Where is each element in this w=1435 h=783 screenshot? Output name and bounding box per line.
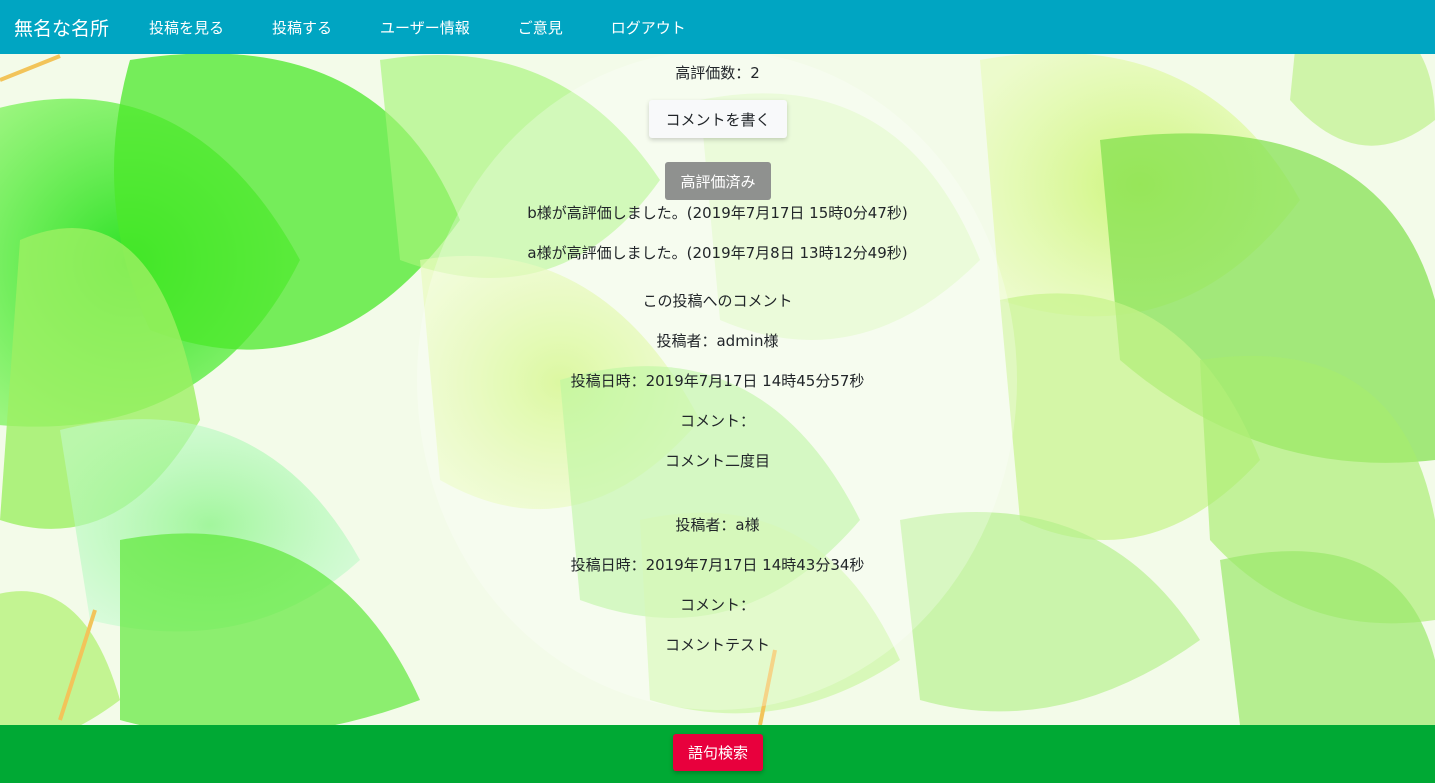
nav-view-posts[interactable]: 投稿を見る xyxy=(149,17,224,38)
comment-datetime: 投稿日時：2019年7月17日 14時45分57秒 xyxy=(570,372,865,390)
comment-label: コメント： xyxy=(679,412,755,430)
write-comment-button[interactable]: コメントを書く xyxy=(649,100,787,138)
comment-author: 投稿者：admin様 xyxy=(656,332,779,350)
comment-body: コメントテスト xyxy=(664,636,770,654)
rating-entry: a様が高評価しました。(2019年7月8日 13時12分49秒) xyxy=(527,244,908,262)
likes-count: 高評価数：2 xyxy=(675,64,760,82)
top-navbar: 無名な名所 投稿を見る 投稿する ユーザー情報 ご意見 ログアウト xyxy=(0,0,1435,54)
comment-body: コメント二度目 xyxy=(664,452,770,470)
site-brand[interactable]: 無名な名所 xyxy=(14,14,109,41)
nav-create-post[interactable]: 投稿する xyxy=(272,17,332,38)
rating-entry: b様が高評価しました。(2019年7月17日 15時0分47秒) xyxy=(527,204,908,222)
nav-feedback[interactable]: ご意見 xyxy=(518,17,563,38)
comment-datetime: 投稿日時：2019年7月17日 14時43分34秒 xyxy=(570,556,865,574)
nav-logout[interactable]: ログアウト xyxy=(611,17,686,38)
comments-heading: この投稿へのコメント xyxy=(642,292,793,310)
footer-bar: 語句検索 xyxy=(0,725,1435,783)
rated-button[interactable]: 高評価済み xyxy=(665,162,771,200)
keyword-search-button[interactable]: 語句検索 xyxy=(673,734,763,771)
comment-label: コメント： xyxy=(679,596,755,614)
post-detail: 高評価数：2 コメントを書く 高評価済み b様が高評価しました。(2019年7月… xyxy=(0,54,1435,725)
nav-user-info[interactable]: ユーザー情報 xyxy=(380,17,470,38)
comment-author: 投稿者：a様 xyxy=(675,516,760,534)
